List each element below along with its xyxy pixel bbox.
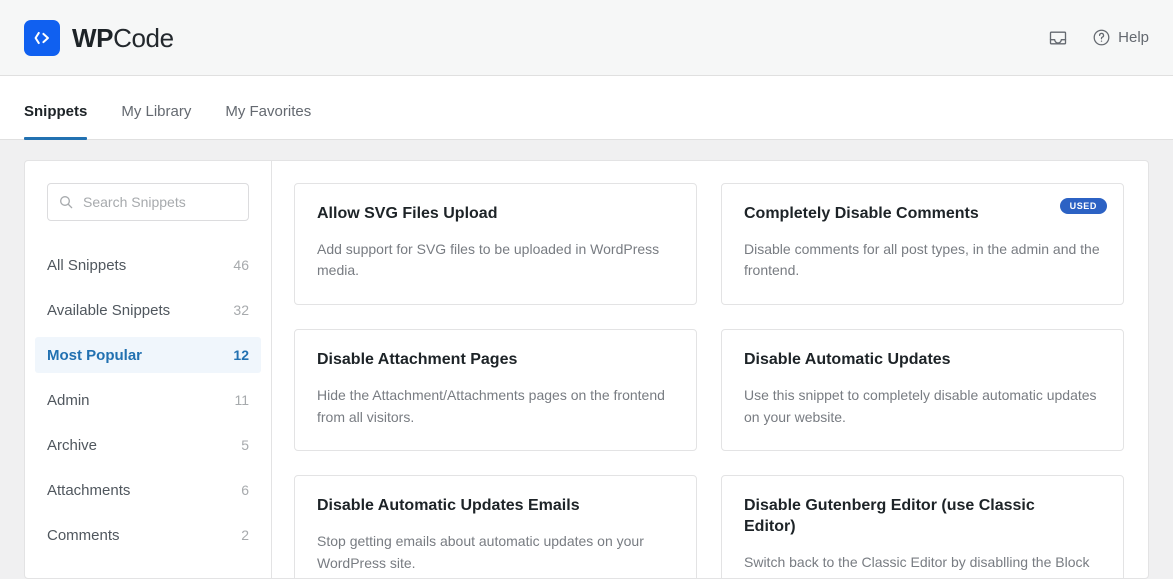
tab-my-library[interactable]: My Library (121, 103, 191, 139)
tab-my-favorites-label: My Favorites (225, 103, 312, 120)
tab-snippets[interactable]: Snippets (24, 103, 88, 140)
snippet-card[interactable]: Allow SVG Files Upload Add support for S… (294, 183, 697, 306)
inbox-tray-icon[interactable] (1048, 28, 1068, 48)
main-tabs: Snippets My Library My Favorites (0, 76, 1173, 140)
search-snippets-field (47, 183, 249, 221)
sidebar-item-label: Attachments (47, 481, 131, 499)
snippet-description: Use this snippet to completely disable a… (744, 386, 1097, 425)
snippet-description: Disable comments for all post types, in … (744, 240, 1100, 279)
content-panel: All Snippets 46 Available Snippets 32 Mo… (24, 160, 1149, 579)
snippet-card[interactable]: Disable Automatic Updates Use this snipp… (721, 329, 1124, 452)
search-icon (58, 194, 74, 210)
sidebar-item-most-popular[interactable]: Most Popular 12 (35, 337, 261, 373)
sidebar: All Snippets 46 Available Snippets 32 Mo… (25, 161, 272, 578)
page-body: All Snippets 46 Available Snippets 32 Mo… (0, 140, 1173, 579)
sidebar-item-attachments[interactable]: Attachments 6 (35, 472, 261, 508)
snippet-card-grid: Allow SVG Files Upload Add support for S… (294, 183, 1124, 578)
sidebar-item-label: Available Snippets (47, 301, 171, 319)
sidebar-item-comments[interactable]: Comments 2 (35, 517, 261, 553)
sidebar-item-count: 5 (241, 437, 249, 453)
header-actions: Help (1048, 28, 1149, 48)
question-circle-icon (1092, 28, 1111, 47)
sidebar-item-count: 32 (233, 302, 249, 318)
snippet-description: Stop getting emails about automatic upda… (317, 533, 644, 571)
sidebar-item-label: Most Popular (47, 346, 143, 364)
snippet-card[interactable]: Disable Attachment Pages Hide the Attach… (294, 329, 697, 452)
snippet-category-list: All Snippets 46 Available Snippets 32 Mo… (35, 247, 261, 553)
snippet-title: Disable Attachment Pages (317, 351, 518, 369)
search-input[interactable] (47, 183, 249, 221)
brand-logo[interactable]: WPCode (24, 19, 174, 56)
sidebar-item-label: All Snippets (47, 256, 127, 274)
brand-name: WPCode (72, 25, 174, 51)
snippet-title: Disable Automatic Updates (744, 351, 951, 369)
tab-my-library-label: My Library (121, 103, 192, 120)
status-badge: USED (1059, 198, 1107, 214)
snippet-card[interactable]: USED Completely Disable Comments Disable… (721, 183, 1124, 306)
snippet-title: Disable Automatic Updates Emails (317, 497, 580, 515)
sidebar-item-label: Archive (47, 436, 98, 454)
code-slash-icon (24, 19, 60, 56)
help-label: Help (1118, 29, 1149, 46)
snippet-title: Disable Gutenberg Editor (use Classic Ed… (744, 497, 1035, 536)
snippet-title: Allow SVG Files Upload (317, 205, 498, 222)
snippet-description: Hide the Attachment/Attachments pages on… (317, 386, 665, 425)
sidebar-item-count: 6 (241, 482, 249, 498)
tab-snippets-label: Snippets (24, 103, 88, 120)
help-button[interactable]: Help (1092, 28, 1149, 47)
sidebar-item-all-snippets[interactable]: All Snippets 46 (35, 247, 261, 283)
brand-name-bold: WP (72, 22, 114, 53)
sidebar-item-archive[interactable]: Archive 5 (35, 427, 261, 463)
sidebar-item-count: 11 (234, 392, 249, 408)
snippet-description: Switch back to the Classic Editor by dis… (744, 553, 1090, 578)
snippet-card[interactable]: Disable Automatic Updates Emails Stop ge… (294, 475, 697, 578)
snippet-description: Add support for SVG files to be uploaded… (317, 240, 660, 279)
snippet-list: Allow SVG Files Upload Add support for S… (272, 161, 1148, 578)
snippet-card[interactable]: Disable Gutenberg Editor (use Classic Ed… (721, 475, 1124, 578)
snippet-title: Completely Disable Comments (744, 205, 979, 222)
sidebar-item-count: 2 (241, 527, 249, 543)
app-header: WPCode Help (0, 0, 1173, 76)
sidebar-item-available-snippets[interactable]: Available Snippets 32 (35, 292, 261, 328)
sidebar-item-admin[interactable]: Admin 11 (35, 382, 261, 418)
tab-my-favorites[interactable]: My Favorites (225, 103, 311, 139)
sidebar-item-count: 12 (233, 347, 249, 363)
sidebar-item-label: Admin (47, 391, 90, 409)
sidebar-item-count: 46 (233, 257, 249, 273)
brand-name-light: Code (113, 22, 174, 53)
sidebar-item-label: Comments (47, 526, 120, 544)
